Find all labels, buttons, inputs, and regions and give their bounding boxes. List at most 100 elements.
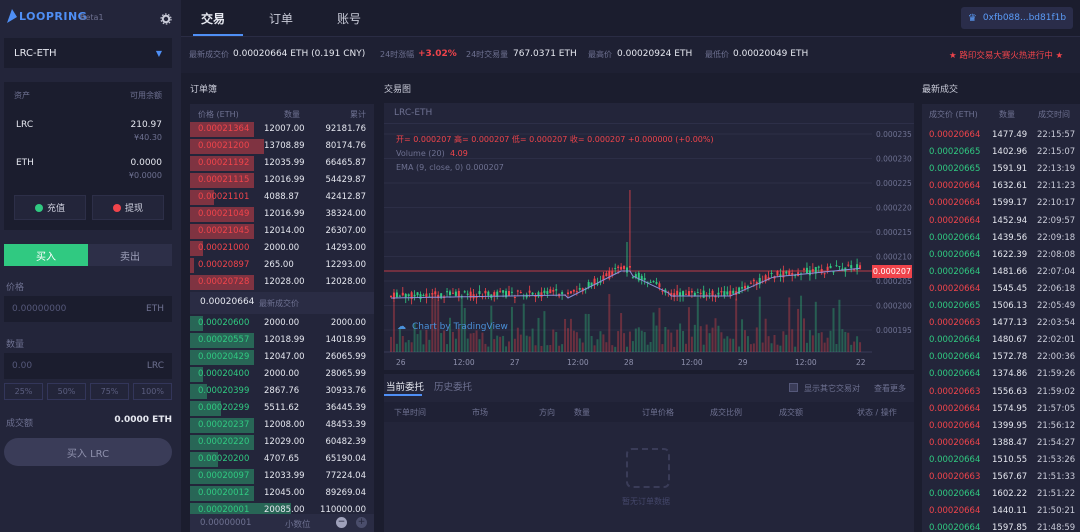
bid-row[interactable]: 0.00020299 5511.62 36445.39	[190, 400, 374, 417]
trade-time: 21:56:12	[1037, 420, 1076, 431]
percent-50-button[interactable]: 50%	[47, 383, 86, 400]
candle-body	[705, 294, 708, 296]
candlestick-chart[interactable]: 0.000235 0.000230 0.000225 0.000220 0.000215…	[384, 124, 914, 370]
logo[interactable]: LOOPRING	[19, 10, 87, 23]
candle-body	[685, 293, 687, 295]
wallet-address-button[interactable]: ♛ 0xfb088...bd81f1b	[961, 7, 1073, 29]
trade-row: 0.00020664 1480.67 22:02:01	[922, 332, 1080, 349]
volume-bar	[404, 342, 407, 352]
asset-token: LRC	[16, 120, 34, 130]
orders-col-side: 方向	[539, 408, 555, 417]
trade-row: 0.00020663 1477.13 22:03:54	[922, 315, 1080, 332]
trades-col-time: 成交时间	[1038, 110, 1070, 119]
volume-bar	[794, 346, 797, 352]
bid-row[interactable]: 0.00020557 12018.99 14018.99	[190, 332, 374, 349]
bid-row[interactable]: 0.00020600 2000.00 2000.00	[190, 315, 374, 332]
bid-row[interactable]: 0.00020220 12029.00 60482.39	[190, 434, 374, 451]
candle-body	[631, 277, 634, 279]
bid-row[interactable]: 0.00020237 12008.00 48453.39	[190, 417, 374, 434]
ob-price: 0.00020097	[198, 471, 250, 481]
trade-price: 0.00020664	[929, 523, 981, 532]
tradingview-watermark[interactable]: ☁ Chart by TradingView	[397, 322, 508, 332]
orders-col-market: 市场	[472, 408, 488, 417]
orderbook-header-total: 累计	[350, 110, 366, 119]
candle-body	[785, 271, 788, 274]
tab-sell[interactable]: 卖出	[88, 244, 172, 266]
volume-bar	[720, 332, 723, 352]
tab-trade[interactable]: 交易	[201, 10, 225, 27]
percent-25-button[interactable]: 25%	[4, 383, 43, 400]
market-selector[interactable]: LRC-ETH ▼	[4, 38, 172, 68]
y-tick-label: 0.000200	[876, 302, 912, 311]
volume-bar	[761, 342, 764, 352]
tab-account[interactable]: 账号	[337, 10, 361, 27]
ask-row[interactable]: 0.00021115 12016.99 54429.87	[190, 172, 374, 189]
ob-amount: 5511.62	[264, 403, 300, 413]
plus-icon[interactable]: +	[356, 517, 367, 528]
minus-circle-icon	[112, 203, 121, 212]
chart-volume-label: Volume (20)	[396, 149, 445, 158]
candle-body	[838, 266, 841, 268]
trade-amount: 1572.78	[992, 352, 1028, 363]
ask-row[interactable]: 0.00021000 2000.00 14293.00	[190, 240, 374, 257]
ask-row[interactable]: 0.00020728 12028.00 12028.00	[190, 274, 374, 291]
ob-total: 30933.76	[325, 386, 366, 396]
minus-icon[interactable]: −	[336, 517, 347, 528]
bid-row[interactable]: 0.00020097 12033.99 77224.04	[190, 468, 374, 485]
price-chart[interactable]: 0.000235 0.000230 0.000225 0.000220 0.000215…	[384, 124, 914, 370]
buy-lrc-button[interactable]: 买入 LRC	[4, 438, 172, 466]
percent-100-button[interactable]: 100%	[133, 383, 172, 400]
tab-orders[interactable]: 订单	[269, 10, 293, 27]
gear-icon[interactable]	[160, 13, 172, 25]
ob-amount: 12008.00	[264, 420, 305, 430]
bid-row[interactable]: 0.00020399 2867.76 30933.76	[190, 383, 374, 400]
ask-row[interactable]: 0.00021101 4088.87 42412.87	[190, 189, 374, 206]
amount-input[interactable]: 0.00	[12, 361, 32, 371]
candle-body	[626, 267, 628, 273]
percent-75-button[interactable]: 75%	[90, 383, 129, 400]
candle-body	[484, 290, 487, 294]
withdraw-button[interactable]: 提现	[92, 195, 164, 220]
candle-body	[658, 283, 661, 288]
trade-row: 0.00020664 1452.94 22:09:57	[922, 213, 1080, 230]
view-more-link[interactable]: 查看更多	[874, 383, 906, 394]
tab-current-orders[interactable]: 当前委托	[386, 379, 424, 393]
candle-body	[620, 266, 623, 270]
hide-other-checkbox[interactable]	[789, 383, 798, 392]
volume-bar	[478, 339, 481, 352]
y-tick-label: 0.000210	[876, 253, 912, 262]
volume-bar	[620, 313, 623, 352]
volume-bar	[505, 346, 508, 352]
bid-row[interactable]: 0.00020200 4707.65 65190.04	[190, 451, 374, 468]
volume-bar	[446, 344, 449, 352]
price-input[interactable]: 0.00000000	[12, 304, 66, 314]
bid-row[interactable]: 0.00020400 2000.00 28065.99	[190, 366, 374, 383]
ask-row[interactable]: 0.00021045 12014.00 26307.00	[190, 223, 374, 240]
ask-row[interactable]: 0.00021049 12016.99 38324.00	[190, 206, 374, 223]
candle-body	[543, 290, 546, 294]
ask-row[interactable]: 0.00020897 265.00 12293.00	[190, 257, 374, 274]
trade-price: 0.00020663	[929, 318, 981, 329]
ask-row[interactable]: 0.00021200 13708.89 80174.76	[190, 138, 374, 155]
trade-time: 21:51:33	[1037, 472, 1076, 482]
promo-link[interactable]: ★ 路印交易大赛火热进行中 ★	[949, 49, 1063, 61]
price-field[interactable]: 0.00000000 ETH	[4, 296, 172, 322]
volume-bar	[640, 330, 643, 352]
bid-row[interactable]: 0.00020429 12047.00 26065.99	[190, 349, 374, 366]
ask-row[interactable]: 0.00021192 12035.99 66465.87	[190, 155, 374, 172]
tab-history-orders[interactable]: 历史委托	[434, 379, 472, 393]
ask-row[interactable]: 0.00021364 12007.00 92181.76	[190, 121, 374, 138]
candle-body	[561, 292, 564, 295]
bid-row[interactable]: 0.00020012 12045.00 89269.04	[190, 485, 374, 502]
deposit-button[interactable]: 充值	[14, 195, 86, 220]
cloud-icon: ☁	[397, 322, 406, 332]
ob-amount: 12014.00	[264, 226, 305, 236]
volume-bar	[499, 336, 502, 352]
x-tick-label: 29	[738, 358, 748, 367]
loopring-logo-icon	[7, 9, 17, 23]
volume-bar	[844, 331, 847, 352]
amount-field[interactable]: 0.00 LRC	[4, 353, 172, 379]
trade-time: 22:00:36	[1037, 352, 1076, 363]
ob-total: 38324.00	[325, 209, 366, 219]
tab-buy[interactable]: 买入	[4, 244, 88, 266]
